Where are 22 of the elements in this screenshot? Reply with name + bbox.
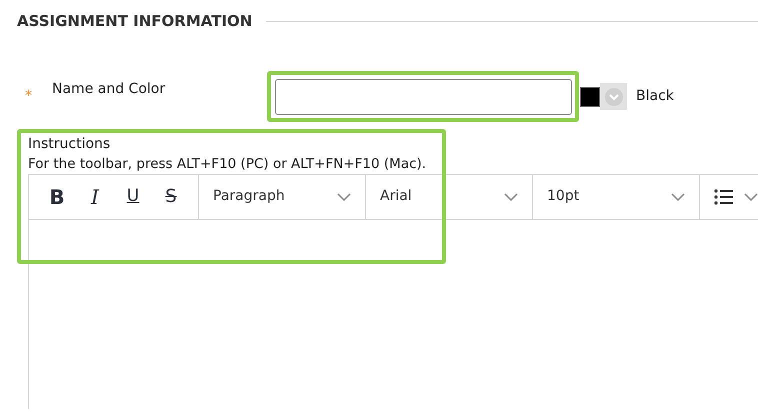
chevron-down-icon — [504, 192, 518, 200]
chevron-down-icon — [337, 192, 351, 200]
toolbar-hint: For the toolbar, press ALT+F10 (PC) or ALT+FN+F10 (Mac). — [27, 154, 428, 174]
name-input[interactable] — [275, 78, 572, 114]
section-heading: ASSIGNMENT INFORMATION — [17, 11, 252, 32]
underline-button[interactable]: U — [117, 180, 149, 212]
field-label: Name and Color — [52, 80, 166, 99]
chevron-down-icon — [744, 192, 758, 200]
toolbar-dropdown[interactable]: Paragraph — [199, 174, 366, 218]
toolbar-dropdown[interactable]: 10pt — [533, 174, 700, 218]
strikethrough-button[interactable]: S — [155, 180, 187, 212]
bulleted-list-icon — [714, 188, 734, 204]
color-name: Black — [636, 87, 674, 106]
bold-button[interactable]: B — [41, 180, 73, 212]
chevron-down-icon — [604, 88, 622, 106]
toolbar-dropdown[interactable]: Arial — [366, 174, 533, 218]
color-dropdown-button[interactable] — [600, 83, 627, 110]
required-asterisk: * — [25, 88, 32, 104]
color-swatch[interactable] — [580, 86, 600, 106]
instructions-label: Instructions — [27, 134, 112, 154]
chevron-down-icon — [671, 192, 685, 200]
italic-button[interactable]: I — [79, 180, 111, 212]
